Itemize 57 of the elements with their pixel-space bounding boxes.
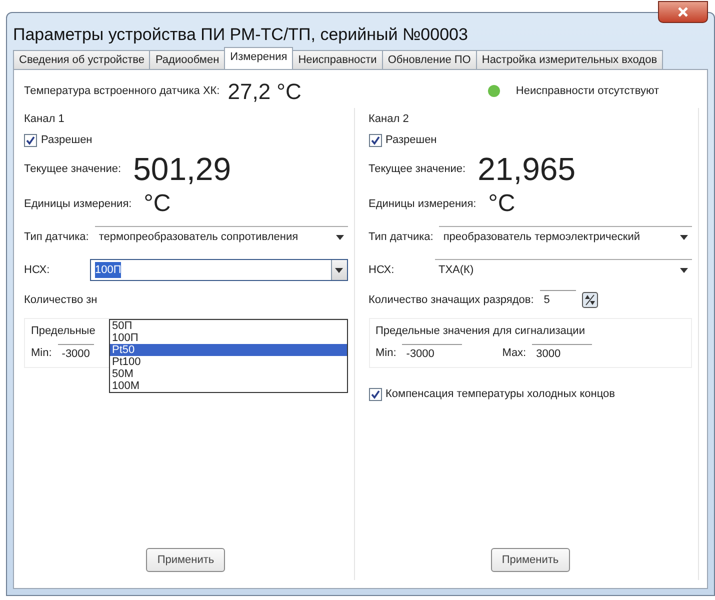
- digits-label: Количество зн: [24, 292, 98, 308]
- close-icon: [677, 7, 689, 17]
- checkbox[interactable]: [368, 388, 382, 401]
- dropdown-option[interactable]: 100М: [110, 380, 346, 392]
- current-value-label: Текущее значение:: [368, 162, 466, 177]
- digits-label: Количество значащих разрядов:: [368, 292, 534, 308]
- tab[interactable]: Обновление ПО: [382, 50, 477, 69]
- min-label: Min:: [31, 346, 52, 361]
- sensor-type-label: Тип датчика:: [24, 230, 89, 245]
- caret-icon: [680, 235, 688, 240]
- units-label: Единицы измерения:: [368, 196, 476, 212]
- tab[interactable]: Сведения об устройстве: [13, 50, 150, 69]
- checkbox[interactable]: [368, 134, 382, 146]
- checkbox-label: Разрешен: [41, 132, 92, 148]
- min-label: Min:: [376, 346, 396, 361]
- caret-icon: [336, 235, 344, 240]
- nsh-dropdown[interactable]: 100П: [90, 259, 348, 281]
- max-field[interactable]: 3000: [532, 344, 592, 363]
- nsh-label: НСХ:: [368, 262, 396, 278]
- group-title: Канал 1: [24, 112, 64, 127]
- min-field[interactable]: -3000: [402, 344, 462, 363]
- spin-icon[interactable]: [582, 292, 598, 308]
- checkbox[interactable]: [24, 134, 37, 146]
- max-label: Max:: [502, 346, 526, 361]
- limits-title: Предельные: [31, 324, 96, 339]
- min-field[interactable]: -3000: [58, 344, 94, 363]
- units-value: °C: [144, 192, 171, 216]
- group-title: Канал 2: [368, 112, 409, 127]
- nsh-label: НСХ:: [24, 262, 51, 278]
- apply-button[interactable]: Применить: [490, 548, 570, 572]
- close-button[interactable]: [658, 1, 708, 23]
- digits-field[interactable]: 5: [540, 290, 576, 310]
- status-text: Неисправности отсутствуют: [516, 84, 659, 99]
- dropdown-option[interactable]: Pt50: [110, 344, 346, 356]
- limits-title: Предельные значения для сигнализации: [376, 324, 585, 339]
- current-value-label: Текущее значение:: [24, 162, 122, 177]
- caret-icon: [680, 268, 688, 273]
- checkbox-label: Разрешен: [386, 132, 437, 148]
- dropdown-option[interactable]: 50П: [110, 320, 346, 332]
- current-value: 501,29: [133, 153, 231, 185]
- dropdown-option[interactable]: 50М: [110, 368, 346, 380]
- current-value: 21,965: [478, 153, 576, 185]
- tab[interactable]: Радиообмен: [149, 50, 226, 69]
- window-title: Параметры устройства ПИ РМ-ТС/ТП, серийный №00003: [13, 24, 469, 46]
- dropdown-option[interactable]: Pt100: [110, 356, 346, 368]
- units-value: °C: [488, 192, 516, 216]
- units-label: Единицы измерения:: [24, 196, 132, 212]
- checkbox-label: Компенсация температуры холодных концов: [386, 387, 615, 402]
- tab[interactable]: Измерения: [224, 47, 294, 69]
- sensor-temperature-label: Температура встроенного датчика ХК:: [24, 84, 220, 99]
- dropdown-option[interactable]: 100П: [110, 332, 346, 344]
- apply-button[interactable]: Применить: [146, 548, 226, 572]
- sensor-temperature-value: 27,2 °C: [228, 78, 302, 106]
- tab[interactable]: Неисправности: [292, 50, 383, 69]
- tab[interactable]: Настройка измерительных входов: [476, 50, 664, 69]
- sensor-type-label: Тип датчика:: [368, 230, 434, 245]
- caret-icon: [335, 268, 343, 272]
